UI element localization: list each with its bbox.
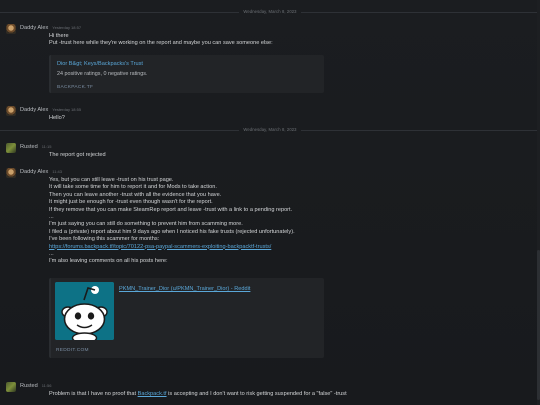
- message-text: It will take some time for him to report…: [49, 184, 217, 191]
- message-text: I'm just saying you can still do somethi…: [49, 221, 243, 228]
- message-text: I'm also leaving comments on all his pos…: [49, 258, 168, 265]
- message-timestamp: Yesterday 18:57: [52, 25, 82, 30]
- message-text: Hi there: [49, 33, 69, 39]
- reddit-snoo-icon: [55, 282, 114, 340]
- message-text: Yes, but you can still leave -trust on h…: [49, 177, 174, 183]
- reddit-embed: PKMN_Trainer_Dior (u/PKMN_Trainer_Dior) …: [49, 278, 324, 358]
- message-timestamp: 11:43: [52, 169, 63, 174]
- message-author[interactable]: Daddy Alex Yesterday 18:57: [20, 24, 81, 32]
- message-text: Put -trust here while they're working on…: [49, 40, 273, 47]
- reddit-snoo-icon[interactable]: [55, 282, 114, 340]
- backpacktf-link[interactable]: Backpack.tf: [138, 391, 167, 397]
- message-text: If they remove that you can make SteamRe…: [49, 206, 293, 213]
- avatar[interactable]: [6, 168, 16, 178]
- link-embed: Dior B&gt; Keys/Backpacks's Trust 24 pos…: [49, 55, 324, 93]
- message-timestamp: 11:15: [41, 144, 52, 149]
- message-text: ...: [49, 214, 54, 221]
- message-content: Hello?: [49, 115, 520, 122]
- embed-provider: REDDIT.COM: [56, 348, 89, 353]
- message-content: Yes, but you can still leave -trust on h…: [49, 177, 520, 266]
- message-text: ...: [49, 251, 54, 258]
- avatar[interactable]: [6, 106, 16, 116]
- message-text: It might just be enough for -trust even …: [49, 199, 213, 206]
- message-text: Then you can leave another -trust with a…: [49, 191, 222, 198]
- embed-provider: BACKPACK.TF: [57, 84, 94, 90]
- date-divider: Wednesday, March 8, 2023: [0, 126, 540, 134]
- message-text: I've been following this scammer for mon…: [49, 236, 160, 243]
- message-content: The report got rejected: [49, 152, 520, 159]
- avatar[interactable]: [6, 24, 16, 34]
- message-text: I filed a (private) report about him 9 d…: [49, 228, 295, 235]
- date-divider-label: Wednesday, March 8, 2023: [243, 9, 297, 15]
- message-author[interactable]: Rusted 11:56: [20, 382, 51, 390]
- embed-title-link[interactable]: Dior B&gt; Keys/Backpacks's Trust: [57, 61, 148, 68]
- date-divider-label: Wednesday, March 8, 2023: [243, 127, 297, 133]
- message-author[interactable]: Rusted 11:15: [20, 143, 51, 151]
- message-author[interactable]: Daddy Alex Yesterday 18:55: [20, 106, 81, 114]
- message-text: Problem is that I have no proof that Bac…: [49, 391, 347, 397]
- date-divider: Wednesday, March 8, 2023: [0, 8, 540, 16]
- forum-link[interactable]: https://forums.backpack.tf/topic/70122-p…: [49, 244, 271, 250]
- avatar[interactable]: [6, 382, 16, 392]
- message-timestamp: 11:56: [41, 383, 52, 388]
- embed-description: 24 positive ratings, 0 negative ratings.: [57, 71, 148, 78]
- message-timestamp: Yesterday 18:55: [52, 107, 82, 112]
- message-content: Problem is that I have no proof that Bac…: [49, 391, 520, 398]
- message-author[interactable]: Daddy Alex 11:43: [20, 168, 62, 176]
- message-text: The report got rejected: [49, 152, 106, 158]
- message-content: Hi there Put -trust here while they're w…: [49, 33, 520, 48]
- avatar[interactable]: [6, 143, 16, 153]
- message-text: Hello?: [49, 115, 65, 121]
- embed-title-link[interactable]: PKMN_Trainer_Dior (u/PKMN_Trainer_Dior) …: [119, 286, 250, 293]
